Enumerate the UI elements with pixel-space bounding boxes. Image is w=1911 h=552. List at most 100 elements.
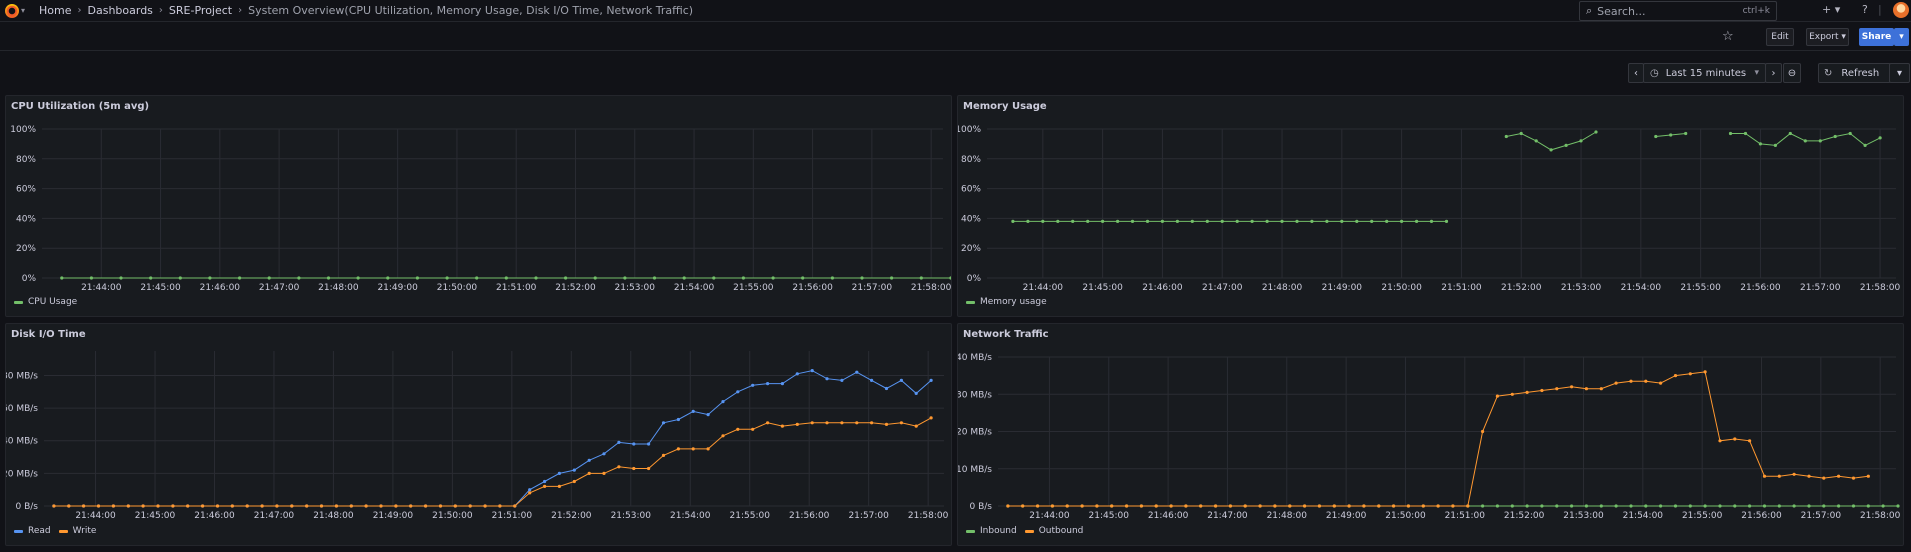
data-point (1564, 143, 1568, 147)
y-tick-label: 40 MB/s (958, 353, 992, 363)
time-shift-back-icon[interactable]: ‹ (1628, 63, 1644, 83)
y-tick-label: 40% (16, 214, 36, 224)
data-point (1688, 504, 1692, 508)
y-tick-label: 80% (16, 155, 36, 165)
edit-button[interactable]: Edit (1766, 28, 1794, 46)
x-tick-label: 21:56:00 (1741, 511, 1782, 521)
data-point (82, 504, 86, 508)
data-point (929, 378, 933, 382)
data-point (661, 453, 666, 457)
data-point (1317, 504, 1321, 508)
refresh-button[interactable]: ↻ Refresh (1818, 63, 1891, 83)
y-tick-label: 80 MB/s (6, 371, 38, 381)
panel-cpu-utilization[interactable]: CPU Utilization (5m avg) 0% 20% 40% 60% 80% 1… (5, 95, 952, 317)
legend-item-inbound[interactable]: Inbound (966, 526, 1017, 536)
data-point (652, 276, 657, 280)
data-point (1718, 439, 1722, 443)
data-point (415, 276, 419, 280)
data-point (602, 452, 606, 456)
x-tick-label: 21:53:00 (1563, 511, 1604, 521)
share-button[interactable]: Share (1859, 28, 1894, 46)
data-point (1733, 437, 1737, 441)
chart-legend: Read Write (14, 526, 104, 536)
share-menu-chevron-icon[interactable]: ▾ (1894, 28, 1909, 46)
data-point (1429, 219, 1434, 223)
search-input[interactable]: ⌕ Search... ctrl+k (1579, 1, 1777, 21)
data-point (1504, 134, 1508, 139)
zoom-out-icon[interactable]: ⊖ (1783, 63, 1801, 83)
breadcrumb-dashboards[interactable]: Dashboards (88, 4, 153, 17)
data-point (929, 416, 933, 420)
legend-item-memory-usage[interactable]: Memory usage (966, 297, 1047, 307)
data-point (141, 504, 145, 508)
y-tick-label: 60% (961, 185, 981, 195)
data-point (1451, 504, 1455, 508)
data-point (1684, 131, 1688, 136)
data-point (1851, 504, 1856, 508)
data-point (1866, 474, 1870, 478)
series-line (61, 277, 951, 279)
x-tick-label: 21:58:00 (1860, 511, 1901, 521)
panel-disk-io-time[interactable]: Disk I/O Time 0 B/s20 MB/s40 MB/s60 MB/s… (5, 323, 952, 546)
data-point (111, 504, 115, 508)
y-tick-label: 60 MB/s (6, 404, 38, 414)
data-point (126, 504, 130, 508)
export-button[interactable]: Export ▾ (1806, 28, 1849, 46)
data-point (914, 424, 918, 428)
x-tick-label: 21:50:00 (1381, 283, 1422, 293)
legend-item-cpu-usage[interactable]: CPU Usage (14, 297, 77, 307)
x-tick-label: 21:56:00 (792, 283, 833, 293)
data-point (1837, 504, 1841, 508)
help-icon[interactable]: ? (1862, 3, 1868, 16)
panel-network-traffic[interactable]: Network Traffic 0 B/s 10 MB/s 20 MB/s 30 MB… (957, 323, 1904, 546)
data-point (67, 504, 71, 508)
data-point (1777, 474, 1781, 478)
breadcrumb-home[interactable]: Home (39, 4, 71, 17)
legend-label: Memory usage (980, 297, 1047, 307)
legend-swatch (14, 529, 23, 533)
plus-icon[interactable]: + ▾ (1822, 3, 1840, 16)
time-range-picker[interactable]: ◷ Last 15 minutes ▾ (1643, 63, 1766, 83)
cpu-chart: 0% 20% 40% 60% 80% 100% 21:44:00 21:45:00 21:46:… (10, 125, 951, 293)
x-tick-label: 21:45:00 (140, 283, 181, 293)
search-placeholder: Search... (1597, 4, 1646, 18)
y-tick-label: 100% (10, 125, 36, 135)
data-point (1160, 219, 1164, 223)
data-point (1773, 143, 1777, 147)
data-point (475, 276, 479, 280)
legend-item-outbound[interactable]: Outbound (1024, 526, 1083, 536)
data-point (1036, 504, 1040, 508)
data-point (870, 421, 874, 425)
data-point (1822, 476, 1826, 480)
refresh-interval-chevron-icon[interactable]: ▾ (1889, 63, 1910, 83)
grafana-logo-icon[interactable] (5, 3, 19, 18)
panel-memory-usage[interactable]: Memory Usage 0% 20% 40% 60% 80% 100% 21:44:00 2… (957, 95, 1904, 317)
x-tick-label: 21:45:00 (1089, 511, 1130, 521)
data-point (1673, 374, 1678, 378)
data-point (468, 504, 472, 508)
data-point (1310, 219, 1314, 223)
data-point (1190, 219, 1194, 223)
time-shift-forward-icon[interactable]: › (1765, 63, 1782, 83)
y-tick-label: 40 MB/s (6, 437, 38, 447)
legend-item-read[interactable]: Read (14, 526, 51, 536)
legend-swatch (14, 300, 23, 304)
star-icon[interactable]: ☆ (1722, 29, 1734, 44)
breadcrumb-folder[interactable]: SRE-Project (169, 4, 232, 17)
x-tick-label: 21:44:00 (81, 283, 122, 293)
data-point (1347, 504, 1351, 508)
data-point (691, 447, 695, 451)
data-point (766, 382, 770, 386)
data-point (89, 276, 93, 280)
data-point (1235, 219, 1239, 223)
breadcrumb-dashboard-title: System Overview(CPU Utilization, Memory … (248, 4, 694, 17)
data-point (1205, 219, 1209, 223)
x-tick-label: 21:50:00 (1385, 511, 1426, 521)
data-point (1594, 130, 1598, 134)
data-point (1837, 474, 1841, 478)
legend-item-write[interactable]: Write (58, 526, 96, 536)
avatar[interactable] (1893, 2, 1909, 18)
data-point (949, 276, 951, 280)
data-point (1130, 219, 1135, 223)
chevron-down-icon[interactable]: ▾ (21, 6, 25, 15)
